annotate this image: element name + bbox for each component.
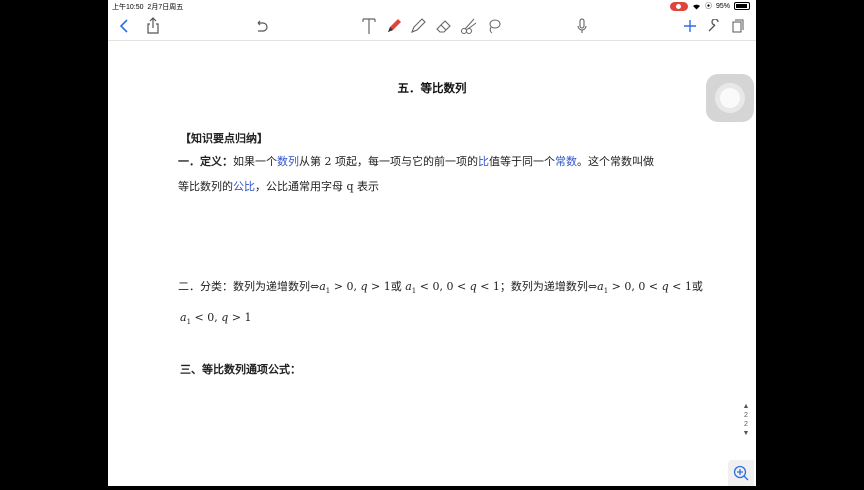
link-common-ratio[interactable]: 公比 [233,180,255,193]
assistive-touch-center [720,88,740,108]
class-text: < 1；数列为递增数列⇔ [476,280,598,293]
battery-percent: 95% [715,2,730,10]
classification-line-2: a1 < 0, q > 1 [180,311,252,326]
back-chevron-icon[interactable] [116,15,132,37]
section-heading: 【知识要点归纳】 [180,132,268,145]
definition-line-2: 等比数列的公比，公比通常用字母 q 表示 [178,178,379,194]
def-text: 等比数列的 [178,180,233,193]
class-text: < 1或 [668,280,703,293]
link-constant[interactable]: 常数 [555,155,577,168]
class-text: > 0, [330,280,361,293]
var-q: q [661,280,669,293]
toolbar [108,12,756,41]
var-q: q [469,280,477,293]
screen-recording-icon[interactable] [669,1,688,11]
definition-line-1: 一．定义：如果一个数列从第 2 项起，每一项与它的前一项的比值等于同一个常数。这… [178,153,654,169]
status-time: 上午10:50 [112,4,144,11]
class-text: > 0, 0 < [608,280,662,293]
def-text: 从第 2 项起，每一项与它的前一项的 [299,155,478,168]
app-screen: 上午10:50 2月7日周五 ⦿ 95% 五．等比数列 【知识要点归纳】 一．定… [108,0,756,486]
pen-icon[interactable] [384,15,404,37]
def-text: ，公比通常用字母 q 表示 [255,180,380,193]
page-down-icon[interactable]: ▼ [740,429,752,438]
wifi-icon [692,4,700,9]
page-title: 五．等比数列 [397,81,467,95]
assistive-touch-button[interactable] [706,74,754,122]
text-tool-icon[interactable] [360,15,378,37]
class-text: < 0, [191,311,222,324]
classification-line-1: 二．分类：数列为递增数列⇔a1 > 0, q > 1或 a1 < 0, 0 < … [178,278,703,295]
class-text: 二．分类：数列为递增数列⇔ [178,280,320,293]
scissors-icon[interactable] [458,15,480,37]
lasso-icon[interactable] [484,15,504,37]
document-page[interactable]: 五．等比数列 【知识要点归纳】 一．定义：如果一个数列从第 2 项起，每一项与它… [108,41,756,486]
highlighter-icon[interactable] [408,15,428,37]
definition-label: 一．定义： [178,155,233,168]
orientation-lock-icon: ⦿ [704,3,712,10]
status-date: 2月7日周五 [147,4,184,11]
add-icon[interactable] [682,15,698,37]
share-icon[interactable] [144,15,162,37]
class-text: > 1或 [367,280,406,293]
undo-icon[interactable] [252,15,270,37]
status-bar: 上午10:50 2月7日周五 ⦿ 95% [108,0,756,12]
pages-icon[interactable] [730,15,746,37]
page-up-icon[interactable]: ▲ [740,402,752,411]
zoom-in-icon [733,465,749,481]
def-text: 值等于同一个 [489,155,555,168]
page-indicator[interactable]: ▲ 2 2 ▼ [740,402,752,438]
status-left: 上午10:50 2月7日周五 [112,2,183,12]
def-text: 。这个常数叫做 [577,155,654,168]
link-sequence[interactable]: 数列 [277,155,299,168]
class-text: < 0, 0 < [416,280,470,293]
status-right: ⦿ 95% [669,1,750,11]
eraser-icon[interactable] [434,15,454,37]
var-q: q [360,280,368,293]
wrench-icon[interactable] [706,15,722,37]
formula-heading: 三、等比数列通项公式： [180,363,301,376]
zoom-button[interactable] [728,460,754,486]
battery-icon [734,2,750,10]
page-total: 2 [744,421,748,428]
def-text: 如果一个 [233,155,277,168]
microphone-icon[interactable] [574,15,590,37]
class-text: > 1 [228,311,252,324]
page-current: 2 [744,412,748,419]
link-ratio[interactable]: 比 [478,155,489,168]
